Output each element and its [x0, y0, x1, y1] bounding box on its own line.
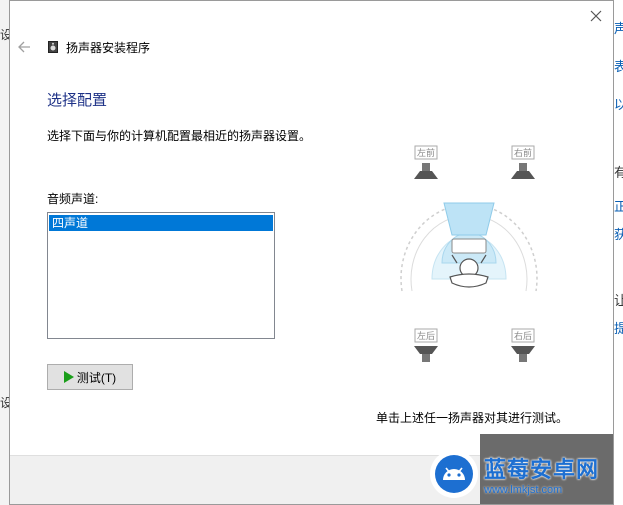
audio-channels-label: 音频声道: [47, 192, 99, 206]
background-link-fragment: 提 [614, 321, 623, 336]
page-heading: 选择配置 [47, 92, 108, 109]
background-text-fragment: 有 [614, 165, 623, 180]
background-link-fragment: 表 [614, 59, 623, 74]
dialog-title: 扬声器安装程序 [66, 41, 151, 55]
back-arrow-icon[interactable] [16, 39, 32, 55]
list-item-quadraphonic[interactable]: 四声道 [49, 215, 273, 231]
speaker-front-right[interactable]: 右前 [511, 145, 535, 179]
instruction-text: 选择下面与你的计算机配置最相近的扬声器设置。 [47, 129, 312, 143]
background-link-fragment: 声 [614, 21, 623, 36]
close-icon[interactable] [587, 7, 605, 25]
front-right-label: 右前 [514, 147, 532, 158]
speaker-front-left[interactable]: 左前 [414, 145, 438, 179]
watermark-title: 蓝莓安卓网 [484, 457, 600, 482]
watermark-url: www.lmkjst.com [484, 484, 563, 496]
speaker-rear-left[interactable]: 左后 [414, 328, 438, 362]
speaker-layout-diagram: 左前 右前 左后 右后 [400, 145, 538, 362]
background-window-right [614, 0, 623, 505]
rear-right-label: 右后 [514, 330, 532, 341]
test-hint-text: 单击上述任一扬声器对其进行测试。 [376, 411, 569, 425]
background-link-fragment: 以 [614, 97, 623, 112]
speaker-setup-dialog: 扬声器安装程序 选择配置 选择下面与你的计算机配置最相近的扬声器设置。 音频声道… [9, 0, 614, 505]
android-logo-icon [430, 450, 478, 498]
test-button-label: 测试(T) [76, 370, 117, 385]
background-link-fragment: 正 [614, 199, 623, 214]
front-left-label: 左前 [417, 147, 435, 158]
speaker-rear-right[interactable]: 右后 [511, 328, 535, 362]
test-button[interactable]: 测试(T) [47, 364, 133, 390]
rear-left-label: 左后 [417, 330, 435, 341]
background-text-fragment: 让 [614, 293, 623, 308]
play-icon [63, 371, 74, 383]
watermark: 蓝莓安卓网 www.lmkjst.com [430, 446, 620, 502]
speaker-icon [48, 41, 58, 53]
audio-channels-listbox[interactable]: 四声道 [47, 212, 275, 339]
background-link-fragment: 获 [614, 227, 623, 242]
